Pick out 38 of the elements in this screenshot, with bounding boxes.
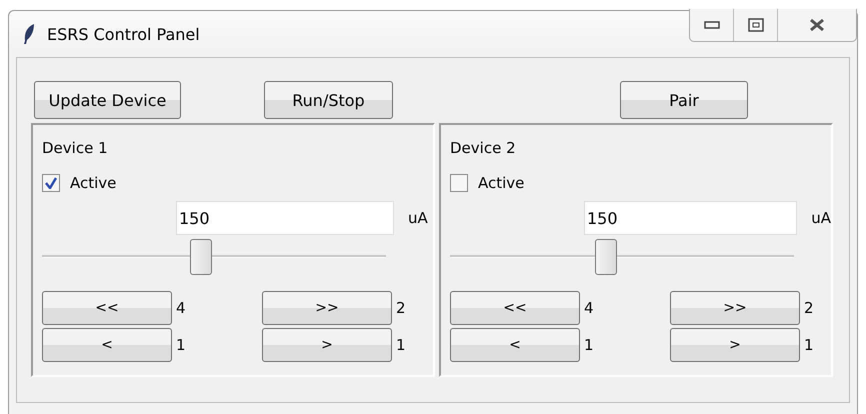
current-slider[interactable]	[450, 237, 794, 277]
slider-thumb[interactable]	[190, 239, 212, 275]
active-checkbox[interactable]	[42, 174, 60, 192]
current-field[interactable]: 150	[584, 201, 798, 235]
feather-icon	[23, 24, 35, 44]
active-checkbox[interactable]	[450, 174, 468, 192]
unit-label: uA	[811, 209, 831, 227]
maximize-icon	[748, 18, 764, 32]
step-count: 2	[804, 299, 814, 317]
step-button[interactable]: <	[450, 328, 580, 362]
step-button[interactable]: <<	[450, 291, 580, 325]
step-button[interactable]: <	[42, 328, 172, 362]
unit-label: uA	[408, 209, 428, 227]
toolbar-button[interactable]: Update Device	[34, 81, 181, 119]
checkbox-label: Active	[70, 174, 116, 192]
window-title: ESRS Control Panel	[47, 24, 200, 44]
step-count: 4	[176, 299, 186, 317]
current-field[interactable]: 150	[176, 201, 394, 235]
device-title: Device 2	[450, 139, 517, 159]
step-count: 1	[396, 336, 406, 354]
step-count: 1	[176, 336, 186, 354]
step-button[interactable]: >	[262, 328, 392, 362]
toolbar-button[interactable]: Pair	[620, 81, 748, 119]
close-icon	[809, 18, 825, 32]
step-count: 1	[804, 336, 814, 354]
device-title: Device 1	[42, 139, 109, 159]
step-count: 4	[584, 299, 594, 317]
step-button[interactable]: >>	[670, 291, 800, 325]
step-button[interactable]: >>	[262, 291, 392, 325]
step-count: 1	[584, 336, 594, 354]
step-count: 2	[396, 299, 406, 317]
toolbar-button[interactable]: Run/Stop	[264, 81, 393, 119]
step-button[interactable]: >	[670, 328, 800, 362]
slider-thumb[interactable]	[594, 239, 617, 275]
current-slider[interactable]	[42, 237, 386, 277]
step-button[interactable]: <<	[42, 291, 172, 325]
minimize-icon	[704, 21, 720, 29]
checkbox-label: Active	[478, 174, 524, 192]
